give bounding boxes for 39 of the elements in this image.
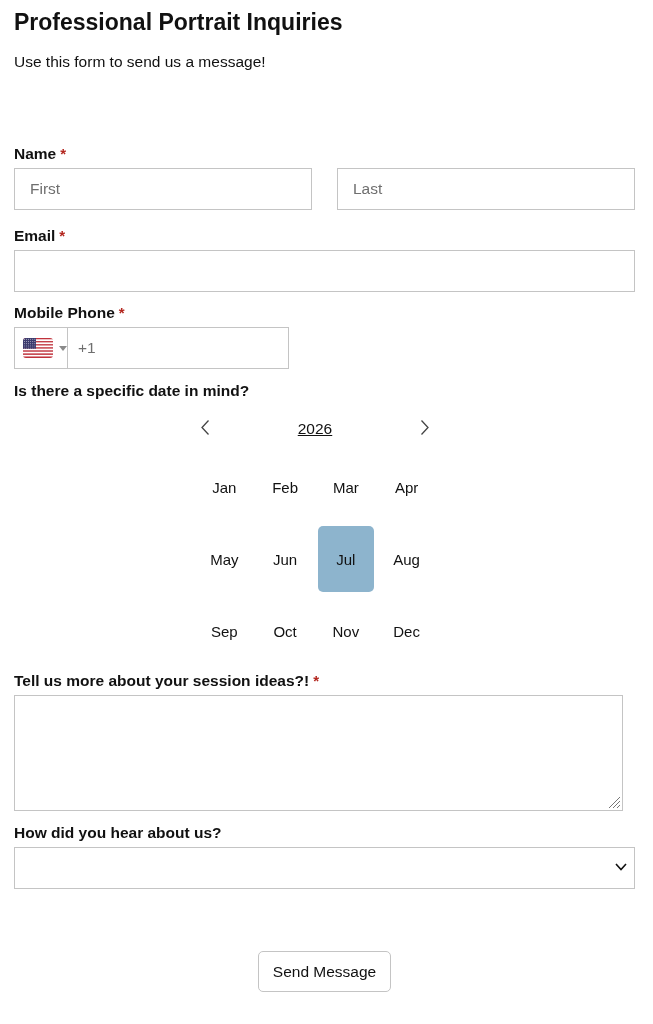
month-button[interactable]: Dec (378, 598, 435, 664)
resize-grip-icon[interactable] (607, 795, 621, 809)
month-button[interactable]: Feb (257, 454, 314, 520)
caret-down-icon (59, 345, 67, 351)
month-button[interactable]: Mar (317, 454, 374, 520)
chevron-down-icon (615, 863, 627, 871)
month-button[interactable]: Aug (378, 526, 435, 592)
field-label: How did you hear about us? (14, 823, 222, 843)
chevron-left-icon (201, 419, 209, 435)
form-title: Professional Portrait Inquiries (14, 9, 344, 35)
email-input[interactable] (14, 250, 635, 292)
year-link[interactable]: 2026 (297, 419, 333, 439)
month-button[interactable]: Apr (378, 454, 435, 520)
required-asterisk: * (60, 144, 67, 164)
first-name-input[interactable]: First (14, 168, 312, 210)
field-label: Is there a specific date in mind? (14, 381, 250, 401)
field-label: Name (14, 144, 57, 164)
send-message-button[interactable]: Send Message (257, 951, 392, 992)
month-button[interactable]: Jan (196, 454, 253, 520)
required-asterisk: * (59, 226, 66, 246)
form-subtitle: Use this form to send us a message! (14, 52, 267, 72)
month-button[interactable]: Oct (257, 598, 314, 664)
us-flag-icon (23, 338, 53, 358)
previous-year-button[interactable] (198, 417, 212, 437)
last-name-input[interactable]: Last (337, 168, 635, 210)
next-year-button[interactable] (418, 417, 432, 437)
chevron-right-icon (421, 419, 429, 435)
month-button[interactable]: Jun (257, 526, 314, 592)
field-label: Mobile Phone (14, 303, 115, 323)
required-asterisk: * (313, 671, 319, 691)
field-label: Tell us more about your session ideas?! (14, 671, 310, 691)
country-select-button[interactable] (14, 327, 68, 369)
required-asterisk: * (118, 303, 125, 323)
month-button[interactable]: Nov (317, 598, 374, 664)
field-label: Email (14, 226, 56, 246)
month-button[interactable]: May (196, 526, 253, 592)
phone-input[interactable]: +1 (68, 327, 289, 369)
month-button[interactable]: Sep (196, 598, 253, 664)
month-button[interactable]: Jul (317, 526, 374, 592)
